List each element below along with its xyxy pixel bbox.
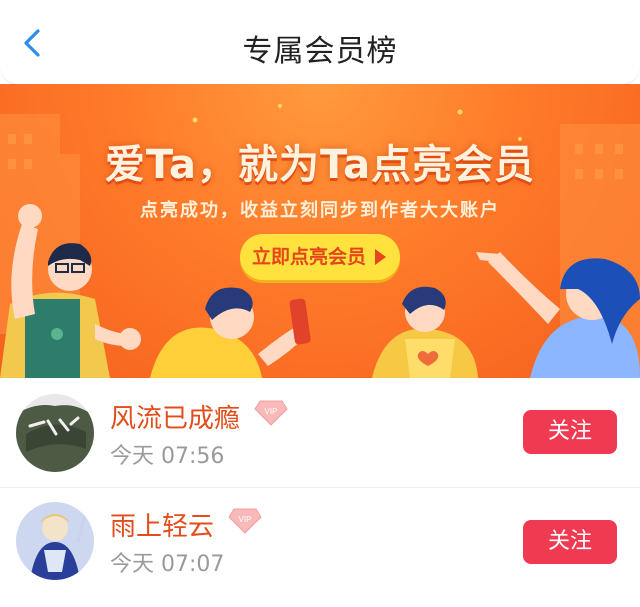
vip-badge-icon: VIP [228, 508, 262, 534]
follow-button[interactable]: 关注 [523, 520, 617, 564]
banner-headline: 爱Ta，就为Ta点亮会员 [104, 142, 536, 188]
vip-badge-text: VIP [239, 515, 252, 524]
cta-label: 立即点亮会员 [251, 246, 366, 268]
avatar[interactable] [16, 394, 94, 472]
list-item[interactable]: 雨上轻云 VIP 今天 07:07 关注 [0, 488, 640, 596]
vip-badge-icon: VIP [254, 400, 288, 426]
banner-subtitle: 点亮成功，收益立刻同步到作者大大账户 [140, 200, 500, 221]
page-title: 专属会员榜 [242, 34, 398, 69]
follow-button[interactable]: 关注 [523, 410, 617, 454]
vip-badge-text: VIP [265, 407, 278, 416]
promo-banner[interactable]: 爱Ta，就为Ta点亮会员 点亮成功，收益立刻同步到作者大大账户 立即点亮会员 [0, 84, 640, 378]
member-name: 风流已成瘾 [110, 404, 241, 434]
light-up-member-button[interactable]: 立即点亮会员 [240, 234, 400, 280]
play-arrow-icon [375, 249, 386, 265]
member-time: 今天 07:56 [110, 444, 225, 469]
member-time: 今天 07:07 [110, 552, 225, 577]
avatar[interactable] [16, 502, 94, 580]
nav-bar: 专属会员榜 [0, 0, 640, 84]
member-name: 雨上轻云 [110, 512, 215, 542]
banner-illustration [0, 104, 640, 378]
list-item[interactable]: 风流已成瘾 VIP 今天 07:56 关注 [0, 380, 640, 488]
